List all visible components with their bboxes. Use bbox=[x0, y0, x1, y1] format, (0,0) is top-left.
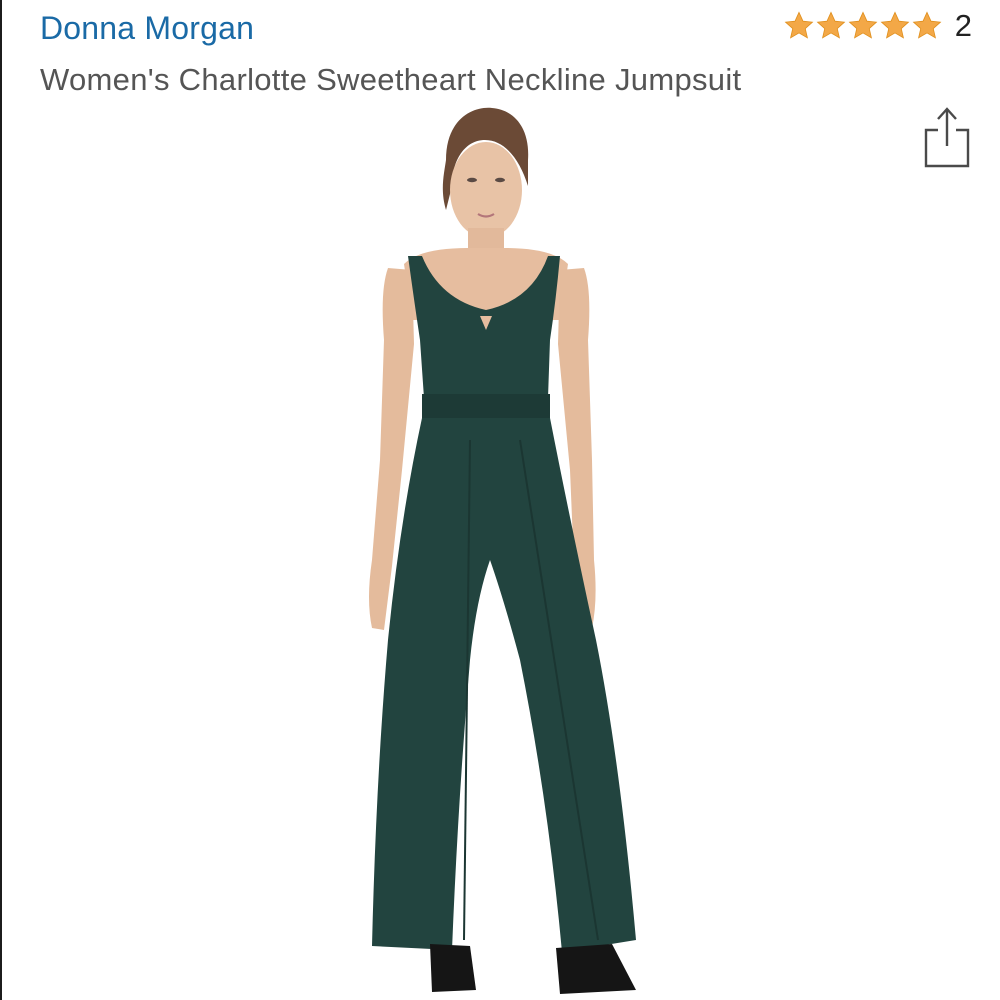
share-icon[interactable] bbox=[922, 104, 972, 170]
star-rating bbox=[783, 10, 943, 42]
product-title: Women's Charlotte Sweetheart Neckline Ju… bbox=[40, 62, 742, 97]
rating-count: 2 bbox=[954, 8, 972, 43]
product-image[interactable] bbox=[330, 100, 690, 1000]
left-edge-border bbox=[0, 0, 2, 1000]
star-icon bbox=[848, 11, 878, 39]
star-icon bbox=[880, 11, 910, 39]
star-icon bbox=[784, 11, 814, 39]
star-icon bbox=[816, 11, 846, 39]
brand-link[interactable]: Donna Morgan bbox=[40, 10, 254, 47]
rating-summary[interactable]: 2 bbox=[783, 8, 972, 44]
star-icon bbox=[912, 11, 942, 39]
product-page: Donna Morgan 2 Women's Charlotte Sweethe… bbox=[0, 0, 1000, 1000]
